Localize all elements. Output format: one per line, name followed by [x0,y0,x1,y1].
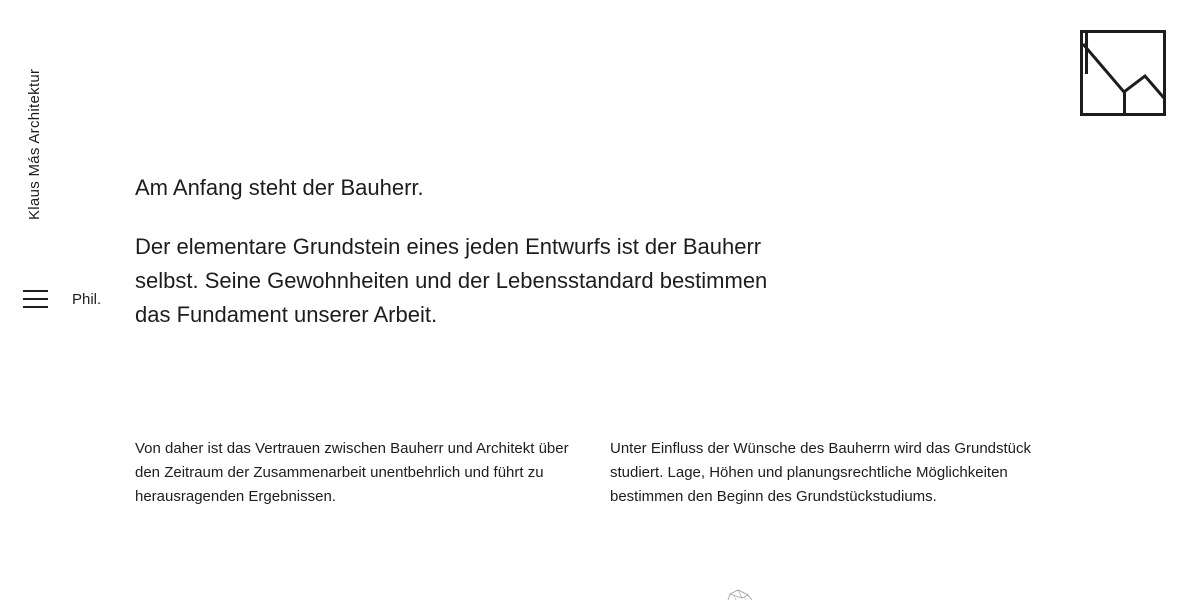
brand-name-vertical[interactable]: Klaus Más Architektur [26,69,44,220]
hamburger-menu-icon [23,290,48,292]
current-section-label: Phil. [72,291,102,308]
text-column-right: Unter Einfluss der Wünsche des Bauherrn … [610,440,1032,505]
hamburger-menu-icon-line [23,298,48,300]
text-column-left: Von daher ist das Vertrauen zwischen Bau… [135,440,569,505]
hamburger-menu-icon-line [23,306,48,308]
page-headline: Am Anfang steht der Bauherr. [135,175,424,200]
menu-button[interactable] [22,287,50,313]
house-sketch-icon [727,589,753,600]
km-monogram-logo[interactable] [1080,30,1166,116]
lead-paragraph: Der elementare Grundstein eines jeden En… [135,234,768,327]
page: Klaus Más Architektur Phil. Am Anfang st… [0,0,1200,600]
